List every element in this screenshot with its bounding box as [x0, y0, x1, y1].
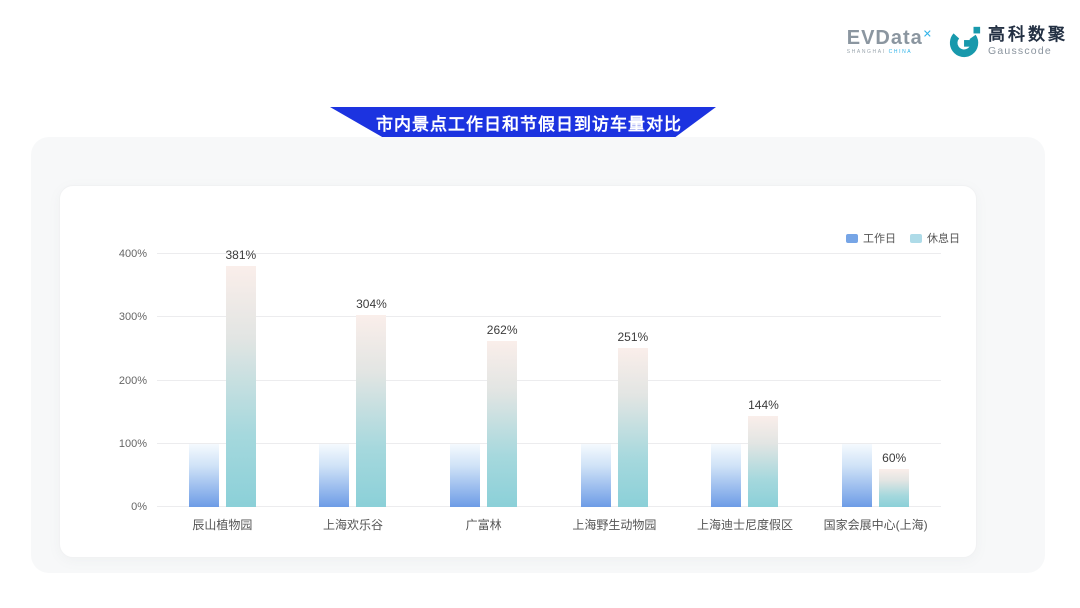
bar-group: 251%上海野生动物园 [549, 254, 680, 507]
x-axis-category-label: 上海欢乐谷 [288, 516, 419, 533]
title-ribbon: 市内景点工作日和节假日到访车量对比 [330, 107, 716, 137]
bar-value-label: 144% [733, 398, 793, 412]
bar-workday [450, 444, 480, 507]
bar-workday [581, 444, 611, 507]
bar-holiday [356, 315, 386, 507]
x-axis-category-label: 国家会展中心(上海) [810, 516, 941, 533]
legend-label: 工作日 [863, 230, 896, 246]
bar-value-label: 304% [341, 297, 401, 311]
y-axis-tick-label: 400% [97, 248, 147, 260]
bar-workday [319, 444, 349, 507]
gausscode-cn: 高科数聚 [988, 26, 1068, 43]
bar-group: 304%上海欢乐谷 [288, 254, 419, 507]
x-axis-category-label: 上海野生动物园 [549, 516, 680, 533]
bar-holiday [487, 341, 517, 507]
legend-label: 休息日 [927, 230, 960, 246]
bar-chart-plot: 0%100%200%300%400%381%辰山植物园304%上海欢乐谷262%… [157, 254, 941, 507]
evdata-subtext: SHANGHAI CHINA [847, 50, 932, 55]
bar-workday [711, 444, 741, 507]
x-axis-category-label: 广富林 [418, 516, 549, 533]
page: EVData✕ SHANGHAI CHINA 高科数聚 Gausscode 市内… [0, 0, 1080, 608]
bar-holiday [226, 266, 256, 507]
gausscode-text: 高科数聚 Gausscode [988, 26, 1068, 57]
bar-value-label: 60% [864, 451, 924, 465]
y-axis-tick-label: 300% [97, 311, 147, 323]
bar-group: 144%上海迪士尼度假区 [680, 254, 811, 507]
header-logos: EVData✕ SHANGHAI CHINA 高科数聚 Gausscode [847, 24, 1068, 58]
bar-value-label: 262% [472, 323, 532, 337]
chart-card: 工作日休息日 0%100%200%300%400%381%辰山植物园304%上海… [59, 185, 977, 558]
evdata-wordmark: EVData✕ [847, 28, 932, 48]
bar-value-label: 381% [211, 248, 271, 262]
gausscode-g-icon [948, 24, 982, 58]
chart-panel: 工作日休息日 0%100%200%300%400%381%辰山植物园304%上海… [31, 137, 1045, 573]
bar-holiday [748, 416, 778, 507]
y-axis-tick-label: 200% [97, 375, 147, 387]
page-title: 市内景点工作日和节假日到访车量对比 [364, 110, 682, 135]
legend-item[interactable]: 休息日 [910, 230, 960, 246]
bar-group: 381%辰山植物园 [157, 254, 288, 507]
y-axis-tick-label: 100% [97, 438, 147, 450]
chart-legend: 工作日 休息日 [846, 230, 960, 246]
bar-value-label: 251% [603, 330, 663, 344]
evdata-x-icon: ✕ [923, 28, 932, 40]
gausscode-logo: 高科数聚 Gausscode [948, 24, 1068, 58]
bar-group: 60%国家会展中心(上海) [810, 254, 941, 507]
y-axis-tick-label: 0% [97, 501, 147, 513]
bar-holiday [879, 469, 909, 507]
legend-item[interactable]: 工作日 [846, 230, 896, 246]
bar-group: 262%广富林 [418, 254, 549, 507]
x-axis-category-label: 上海迪士尼度假区 [680, 516, 811, 533]
bar-holiday [618, 348, 648, 507]
gausscode-en: Gausscode [988, 46, 1068, 57]
x-axis-category-label: 辰山植物园 [157, 516, 288, 533]
legend-marker-icon [846, 234, 858, 243]
bar-workday [189, 444, 219, 507]
evdata-logo: EVData✕ SHANGHAI CHINA [847, 28, 932, 55]
legend-marker-icon [910, 234, 922, 243]
